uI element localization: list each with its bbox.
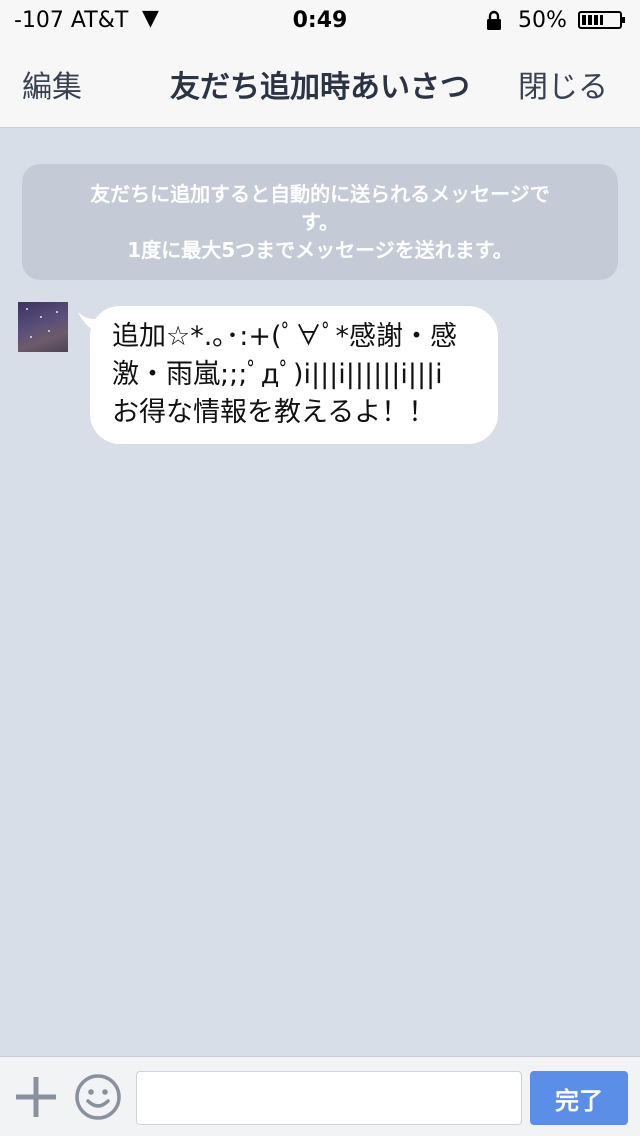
avatar-star	[30, 336, 32, 338]
message-line: お得な情報を教えるよ！！	[112, 397, 436, 428]
avatar-star	[26, 308, 28, 310]
close-button[interactable]: 閉じる	[518, 62, 608, 106]
message-input[interactable]	[136, 1071, 522, 1125]
input-bar: 完了	[0, 1056, 640, 1136]
info-banner: 友だちに追加すると自動的に送られるメッセージで す。 1度に最大5つまでメッセー…	[22, 164, 618, 280]
edit-button[interactable]: 編集	[22, 62, 82, 106]
info-banner-line: す。	[301, 210, 339, 234]
avatar[interactable]	[18, 302, 68, 352]
message-line: 追加☆*.｡･:+(ﾟ∀ﾟ*感謝・感	[112, 321, 458, 352]
chat-area[interactable]: 友だちに追加すると自動的に送られるメッセージで す。 1度に最大5つまでメッセー…	[0, 128, 640, 1056]
avatar-star	[40, 316, 42, 318]
message-bubble[interactable]: 追加☆*.｡･:+(ﾟ∀ﾟ*感謝・感 激・雨嵐;;;ﾟдﾟ)i|||i|||||…	[90, 306, 498, 444]
done-button[interactable]: 完了	[530, 1071, 628, 1125]
lock-icon	[487, 10, 501, 30]
navigation-bar: 編集 友だち追加時あいさつ 閉じる	[0, 40, 640, 128]
battery-icon	[578, 11, 625, 29]
plus-icon[interactable]	[14, 1075, 58, 1119]
info-banner-line: 友だちに追加すると自動的に送られるメッセージで	[90, 182, 550, 206]
avatar-star	[48, 330, 50, 332]
status-bar: -107 AT&T ▼ 0:49 50%	[0, 0, 640, 40]
info-banner-line: 1度に最大5つまでメッセージを送れます。	[127, 238, 513, 262]
message-line: 激・雨嵐;;;ﾟдﾟ)i|||i||||||i|||i	[112, 359, 443, 390]
avatar-star	[56, 311, 58, 313]
battery-percent: 50%	[518, 8, 567, 33]
smiley-icon[interactable]	[74, 1073, 122, 1121]
